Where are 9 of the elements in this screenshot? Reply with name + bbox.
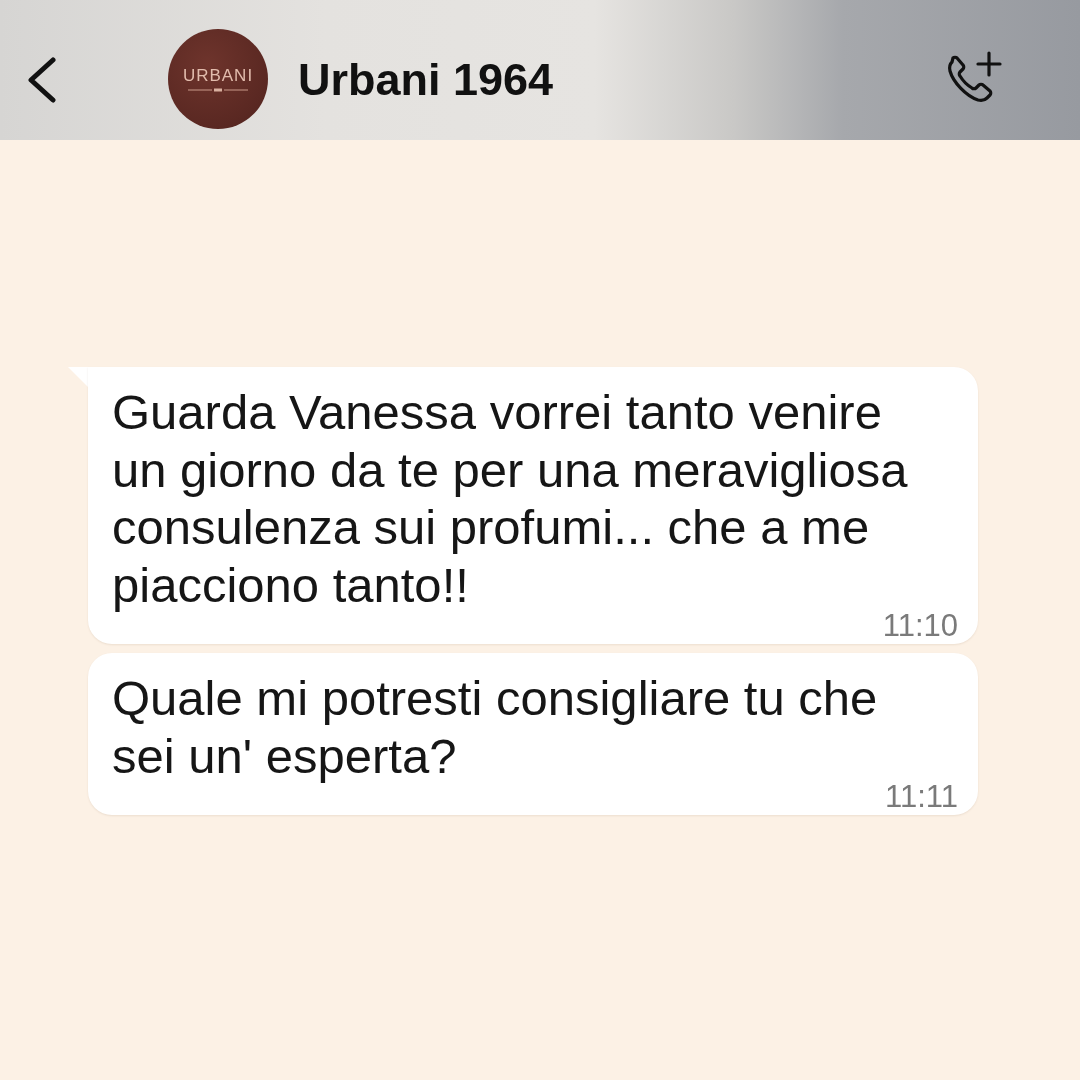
message-time: 11:10 bbox=[882, 614, 958, 638]
message-text: Guarda Vanessa vorrei tanto venire un giorno da te per una meravigliosa consulenza sui profumi... che a me piacciono tanto!! bbox=[112, 384, 909, 614]
contact-name: Urbani 1964 bbox=[298, 54, 554, 106]
avatar[interactable]: URBANI bbox=[168, 29, 268, 129]
back-icon[interactable] bbox=[27, 57, 57, 103]
avatar-logo-text: URBANI bbox=[182, 66, 254, 85]
message-time: 11:11 bbox=[885, 785, 958, 809]
avatar-rule-icon bbox=[188, 87, 248, 92]
message-text: Quale mi potresti consigliare tu che sei un' esperta? bbox=[112, 670, 879, 785]
